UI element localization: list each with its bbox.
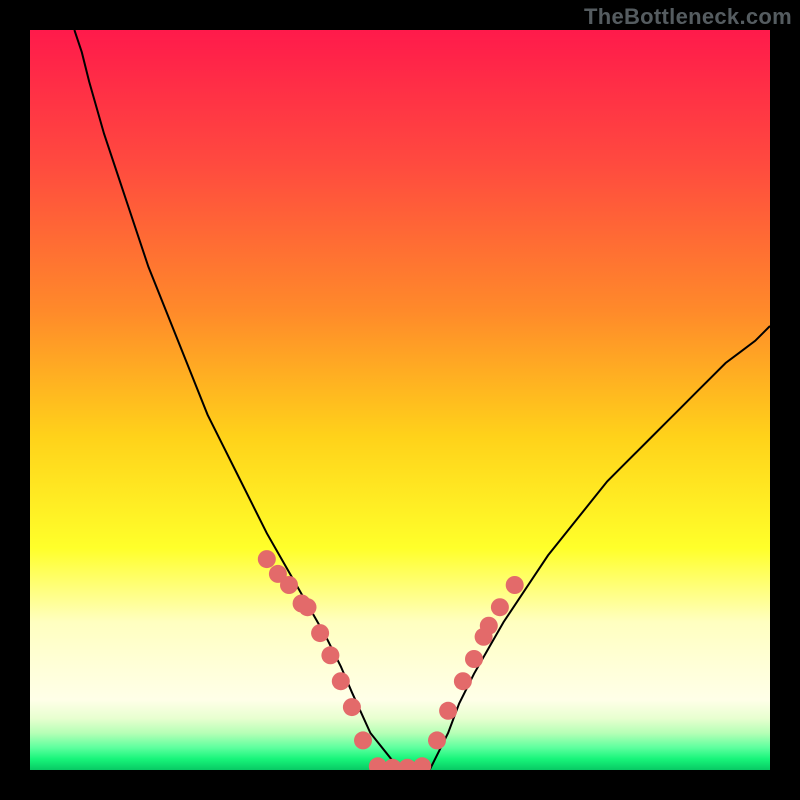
- highlight-dot: [299, 598, 317, 616]
- highlight-dot: [321, 646, 339, 664]
- highlight-dot: [465, 650, 483, 668]
- highlight-dot: [280, 576, 298, 594]
- highlight-dot: [491, 598, 509, 616]
- highlight-dot: [311, 624, 329, 642]
- highlight-dot: [428, 731, 446, 749]
- chart-frame: TheBottleneck.com: [0, 0, 800, 800]
- highlight-dots: [258, 550, 524, 770]
- bottleneck-curve: [74, 30, 770, 770]
- highlight-dot: [354, 731, 372, 749]
- highlight-dot: [413, 757, 431, 770]
- curve-layer: [30, 30, 770, 770]
- highlight-dot: [454, 672, 472, 690]
- highlight-dot: [506, 576, 524, 594]
- highlight-dot: [439, 702, 457, 720]
- highlight-dot: [480, 617, 498, 635]
- highlight-dot: [258, 550, 276, 568]
- watermark-text: TheBottleneck.com: [584, 4, 792, 30]
- highlight-dot: [332, 672, 350, 690]
- highlight-dot: [343, 698, 361, 716]
- plot-area: [30, 30, 770, 770]
